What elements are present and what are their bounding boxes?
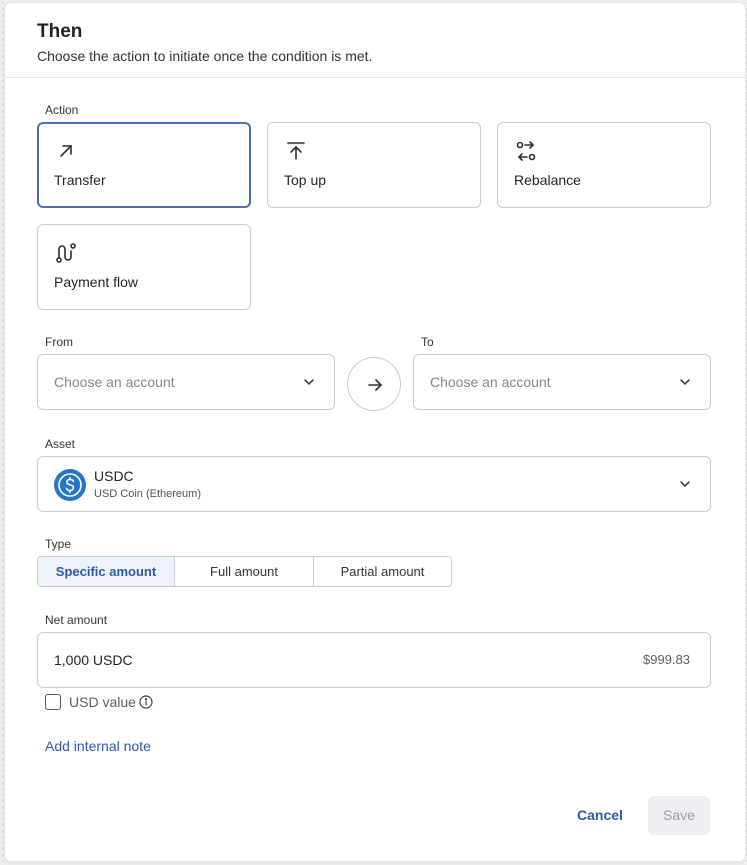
action-card-label: Payment flow — [54, 274, 139, 290]
action-card-payment-flow[interactable]: Payment flow — [37, 224, 251, 310]
action-card-rebalance[interactable]: Rebalance — [497, 122, 711, 208]
from-label: From — [45, 335, 73, 349]
type-label: Type — [45, 537, 72, 551]
payment-flow-icon — [56, 243, 76, 263]
chevron-down-icon — [680, 481, 690, 488]
net-amount-value: 1,000 USDC — [54, 652, 133, 668]
asset-name: USDC — [94, 468, 134, 484]
to-label: To — [421, 335, 434, 349]
from-account-placeholder: Choose an account — [54, 374, 175, 390]
action-card-transfer[interactable]: Transfer — [37, 122, 251, 208]
arrow-right-icon — [368, 379, 383, 391]
action-panel: Then Choose the action to initiate once … — [5, 3, 745, 861]
action-card-label: Top up — [284, 172, 327, 188]
arrow-up-right-icon — [60, 145, 72, 157]
to-account-placeholder: Choose an account — [430, 374, 551, 390]
net-amount-input[interactable]: 1,000 USDC $999.83 — [37, 632, 711, 688]
save-button[interactable]: Save — [648, 796, 710, 835]
panel-subtitle: Choose the action to initiate once the c… — [37, 48, 373, 64]
action-card-top-up[interactable]: Top up — [267, 122, 481, 208]
asset-select[interactable]: USDC USD Coin (Ethereum) — [37, 456, 711, 512]
usd-value-label: USD value — [69, 694, 136, 710]
chevron-down-icon — [304, 379, 314, 386]
action-card-label: Rebalance — [514, 172, 581, 188]
panel-title: Then — [37, 21, 83, 42]
from-account-select[interactable]: Choose an account — [37, 354, 335, 410]
net-amount-label: Net amount — [45, 613, 108, 627]
add-internal-note-link[interactable]: Add internal note — [45, 738, 151, 754]
arrow-up-to-line-icon — [287, 142, 305, 160]
type-segmented-control: Specific amount Full amount Partial amou… — [37, 556, 452, 587]
action-label: Action — [45, 103, 79, 117]
asset-label: Asset — [45, 437, 76, 451]
panel-header: Then Choose the action to initiate once … — [5, 3, 745, 78]
usdc-logo-icon — [54, 469, 86, 501]
asset-subtitle: USD Coin (Ethereum) — [94, 488, 201, 500]
to-account-select[interactable]: Choose an account — [413, 354, 711, 410]
cancel-button[interactable]: Cancel — [577, 807, 623, 823]
usd-value-checkbox[interactable] — [45, 694, 61, 710]
type-option-specific-amount[interactable]: Specific amount — [38, 557, 175, 586]
chevron-down-icon — [680, 379, 690, 386]
net-amount-usd-value: $999.83 — [643, 652, 690, 667]
info-icon[interactable] — [139, 695, 153, 709]
type-option-full-amount[interactable]: Full amount — [175, 557, 314, 586]
direction-button[interactable] — [347, 357, 401, 411]
type-option-partial-amount[interactable]: Partial amount — [314, 557, 451, 586]
action-card-label: Transfer — [54, 172, 106, 188]
rebalance-icon — [516, 141, 536, 161]
